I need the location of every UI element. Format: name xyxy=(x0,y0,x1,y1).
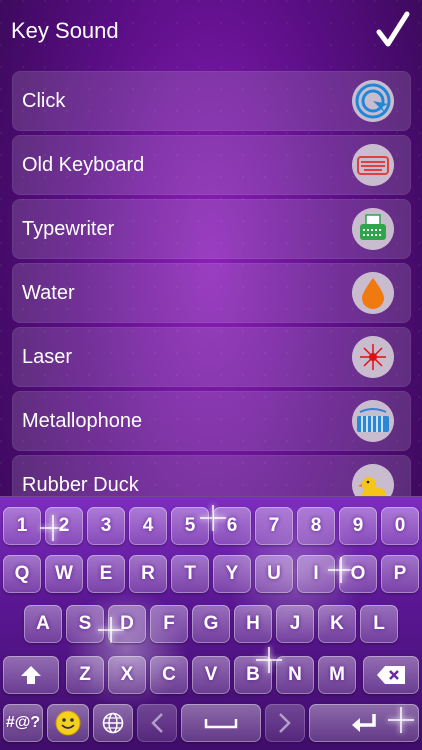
key-1[interactable]: 1 xyxy=(3,507,41,545)
backspace-key[interactable] xyxy=(363,656,419,694)
laser-icon xyxy=(352,336,394,378)
key-h[interactable]: H xyxy=(234,605,272,643)
page-title: Key Sound xyxy=(11,18,119,43)
sound-label: Click xyxy=(22,90,66,112)
symbols-key[interactable]: #@? xyxy=(3,704,43,742)
sound-row-metallophone[interactable]: Metallophone xyxy=(12,391,411,451)
shift-key[interactable] xyxy=(3,656,59,694)
sound-row-old-keyboard[interactable]: Old Keyboard xyxy=(12,135,411,195)
key-q[interactable]: Q xyxy=(3,555,41,593)
typewriter-icon xyxy=(352,208,394,250)
sound-label: Rubber Duck xyxy=(22,474,139,496)
cursor-right-key[interactable] xyxy=(265,704,305,742)
key-m[interactable]: M xyxy=(318,656,356,694)
globe-icon xyxy=(102,712,124,734)
sound-label: Water xyxy=(22,282,75,304)
metallophone-icon xyxy=(352,400,394,442)
emoji-key[interactable] xyxy=(47,704,89,742)
key-n[interactable]: N xyxy=(276,656,314,694)
return-key[interactable] xyxy=(309,704,419,742)
globe-key[interactable] xyxy=(93,704,133,742)
water-drop-icon xyxy=(352,272,394,314)
key-c[interactable]: C xyxy=(150,656,188,694)
key-g[interactable]: G xyxy=(192,605,230,643)
key-o[interactable]: O xyxy=(339,555,377,593)
key-2[interactable]: 2 xyxy=(45,507,83,545)
key-w[interactable]: W xyxy=(45,555,83,593)
chevron-left-icon xyxy=(151,713,163,733)
sound-row-laser[interactable]: Laser xyxy=(12,327,411,387)
smiley-icon xyxy=(55,710,81,736)
key-7[interactable]: 7 xyxy=(255,507,293,545)
key-k[interactable]: K xyxy=(318,605,356,643)
key-r[interactable]: R xyxy=(129,555,167,593)
sound-label: Typewriter xyxy=(22,218,115,240)
key-d[interactable]: D xyxy=(108,605,146,643)
sound-label: Old Keyboard xyxy=(22,154,145,176)
sound-row-water[interactable]: Water xyxy=(12,263,411,323)
header-bar: Key Sound xyxy=(0,0,422,62)
space-key[interactable] xyxy=(181,704,261,742)
sound-row-typewriter[interactable]: Typewriter xyxy=(12,199,411,259)
key-e[interactable]: E xyxy=(87,555,125,593)
key-s[interactable]: S xyxy=(66,605,104,643)
key-a[interactable]: A xyxy=(24,605,62,643)
key-3[interactable]: 3 xyxy=(87,507,125,545)
return-arrow-icon xyxy=(352,714,376,732)
key-b[interactable]: B xyxy=(234,656,272,694)
key-l[interactable]: L xyxy=(360,605,398,643)
key-0[interactable]: 0 xyxy=(381,507,419,545)
key-8[interactable]: 8 xyxy=(297,507,335,545)
key-v[interactable]: V xyxy=(192,656,230,694)
old-keyboard-icon xyxy=(352,144,394,186)
key-z[interactable]: Z xyxy=(66,656,104,694)
key-p[interactable]: P xyxy=(381,555,419,593)
key-4[interactable]: 4 xyxy=(129,507,167,545)
backspace-icon xyxy=(377,666,405,684)
chevron-right-icon xyxy=(279,713,291,733)
key-i[interactable]: I xyxy=(297,555,335,593)
key-j[interactable]: J xyxy=(276,605,314,643)
key-5[interactable]: 5 xyxy=(171,507,209,545)
click-target-icon xyxy=(352,80,394,122)
key-f[interactable]: F xyxy=(150,605,188,643)
sound-label: Metallophone xyxy=(22,410,143,432)
cursor-left-key[interactable] xyxy=(137,704,177,742)
key-x[interactable]: X xyxy=(108,656,146,694)
sound-label: Laser xyxy=(22,346,73,368)
key-t[interactable]: T xyxy=(171,555,209,593)
checkmark-icon[interactable] xyxy=(376,11,410,49)
space-bar-icon xyxy=(204,719,238,729)
sound-row-click[interactable]: Click xyxy=(12,71,411,131)
keyboard: 1 2 3 4 5 6 7 8 9 0 Q W E R T Y U I O P … xyxy=(0,496,422,750)
key-6[interactable]: 6 xyxy=(213,507,251,545)
key-y[interactable]: Y xyxy=(213,555,251,593)
key-u[interactable]: U xyxy=(255,555,293,593)
shift-arrow-icon xyxy=(21,666,41,684)
key-9[interactable]: 9 xyxy=(339,507,377,545)
